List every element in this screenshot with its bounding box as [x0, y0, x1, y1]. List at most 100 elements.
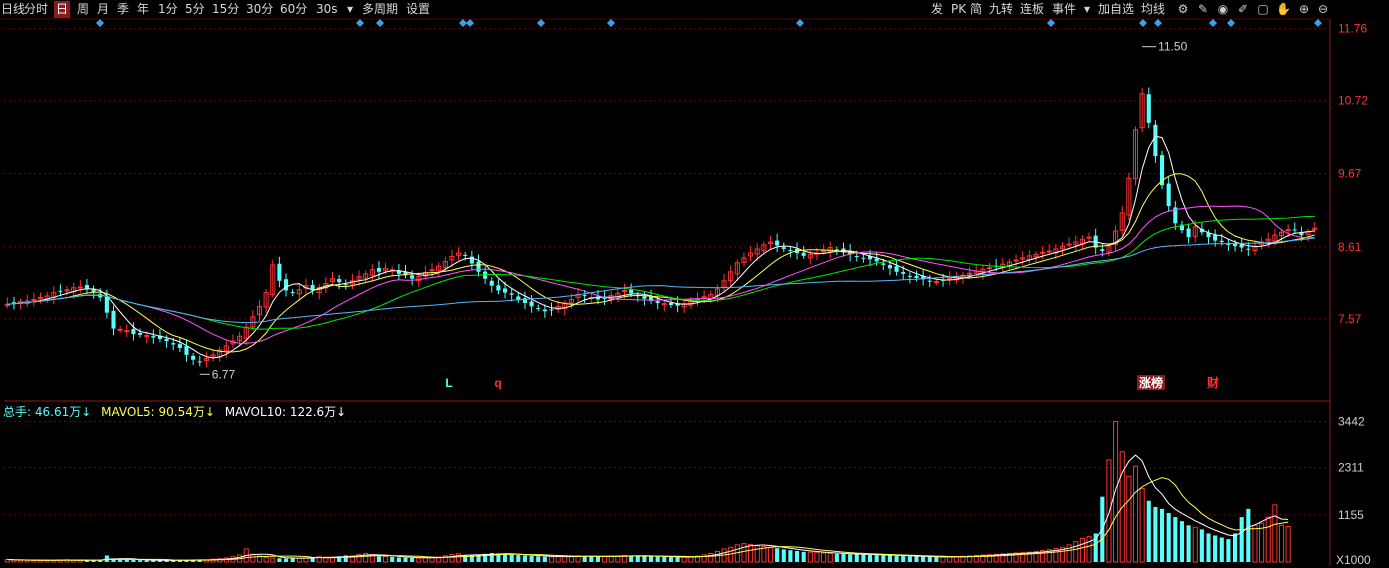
volume-bar-down — [522, 555, 528, 562]
volume-bar-down — [854, 554, 859, 562]
volume-bar-up — [681, 556, 687, 563]
candle-body-up — [1040, 251, 1046, 254]
candle-body-down — [668, 302, 674, 306]
volume-tick-label: 3442 — [1338, 414, 1365, 428]
event-marker-icon — [96, 19, 104, 27]
event-marker-icon — [376, 19, 384, 27]
candle-body-down — [111, 310, 116, 329]
candle-body-up — [821, 250, 827, 253]
volume-bar-down — [901, 556, 906, 562]
candle-body-down — [655, 301, 660, 303]
candlestick-series — [4, 87, 1318, 368]
price-tick-label: 11.76 — [1338, 22, 1367, 36]
candle-body-up — [124, 330, 130, 333]
volume-bar-up — [1132, 465, 1139, 563]
volume-bar-up — [767, 546, 774, 563]
candle-body-down — [290, 292, 295, 294]
volume-bar-up — [296, 557, 302, 563]
volume-tick-label: 1155 — [1338, 508, 1364, 522]
candle-body-down — [894, 266, 899, 272]
volume-bar-down — [1153, 506, 1158, 562]
kline-chart[interactable]: 11.7610.729.678.617.57344223111155X1000 … — [0, 0, 1389, 568]
candle-body-down — [463, 254, 468, 256]
volume-bar-up — [940, 556, 946, 563]
volume-bar-up — [741, 543, 747, 563]
volume-bar-up — [1278, 524, 1285, 563]
ma10-line — [7, 173, 1315, 353]
volume-bar-up — [754, 545, 760, 563]
high-price-label: 11.50 — [1158, 40, 1187, 54]
volume-bar-down — [502, 554, 508, 562]
candle-body-down — [496, 285, 501, 291]
ma60-line — [7, 237, 1315, 324]
candle-body-down — [197, 361, 202, 363]
candle-body-up — [986, 267, 993, 270]
event-marker-icon — [1314, 19, 1322, 27]
volume-bar-up — [1079, 537, 1085, 563]
volume-bar-up — [1252, 524, 1258, 563]
volume-bar-down — [1146, 500, 1151, 562]
candle-body-down — [927, 280, 932, 282]
volume-bar-up — [1139, 488, 1145, 563]
volume-bar-down — [788, 550, 793, 562]
volume-bar-down — [595, 556, 601, 562]
candle-body-down — [502, 288, 508, 293]
candle-body-down — [1213, 235, 1218, 241]
candle-body-down — [582, 295, 587, 297]
ma30-line — [7, 215, 1315, 330]
candle-body-down — [1100, 249, 1105, 252]
volume-bar-up — [422, 557, 428, 563]
candle-body-down — [1219, 240, 1224, 243]
candle-body-down — [131, 329, 136, 335]
chart-marker-label: 涨榜 — [1139, 375, 1163, 390]
volume-bar-up — [953, 556, 959, 563]
volume-mavol5: MAVOL5: 90.54万↓ — [101, 405, 215, 419]
volume-bar-down — [118, 559, 123, 562]
volume-header: 总手: 46.61万↓ MAVOL5: 90.54万↓ MAVOL10: 122… — [3, 403, 352, 420]
volume-bar-up — [608, 555, 614, 563]
candle-body-down — [861, 257, 866, 259]
volume-bar-down — [861, 554, 866, 562]
candle-body-down — [164, 338, 169, 342]
volume-bar-down — [775, 548, 780, 562]
volume-bar-up — [1259, 522, 1265, 563]
price-tick-label: 10.72 — [1338, 94, 1368, 108]
price-tick-label: 7.57 — [1338, 312, 1362, 326]
price-axis: 11.76 10.72 9.67 8.61 7.57 3442 2311 1155 X1000 — [1336, 22, 1371, 567]
event-marker-icon — [1227, 19, 1235, 27]
volume-bar-down — [1219, 537, 1224, 562]
volume-bar-down — [921, 556, 926, 562]
volume-bar-up — [568, 555, 574, 563]
candle-body-down — [642, 296, 647, 299]
volume-bar-up — [708, 552, 714, 563]
volume-bar-up — [18, 559, 24, 563]
candle-body-down — [376, 268, 382, 272]
chart-marker-label: L — [445, 376, 452, 390]
volume-bar-down — [834, 553, 839, 562]
volume-bar-down — [536, 556, 541, 562]
volume-bar-down — [675, 557, 680, 562]
candle-body-down — [1153, 124, 1158, 157]
volume-bar-up — [947, 556, 953, 563]
volume-bar-down — [542, 556, 547, 562]
volume-bar-up — [1106, 459, 1112, 563]
volume-bar-down — [881, 555, 886, 562]
volume-bar-down — [867, 554, 873, 562]
volume-bar-up — [456, 553, 462, 563]
volume-bar-up — [1265, 516, 1271, 563]
volume-unit-label: X1000 — [1336, 553, 1371, 567]
volume-bar-down — [655, 556, 660, 562]
volume-bar-down — [662, 556, 667, 562]
volume-bar-down — [848, 554, 853, 562]
event-marker-icon — [1139, 19, 1147, 27]
candle-body-down — [874, 258, 879, 262]
candle-body-down — [171, 343, 176, 345]
volume-bar-down — [396, 557, 401, 562]
candle-body-down — [184, 346, 189, 355]
volume-bar-up — [714, 550, 720, 563]
volume-bar-down — [642, 556, 647, 562]
volume-bars — [4, 420, 1291, 563]
candle-body-down — [1292, 229, 1297, 231]
volume-bar-down — [1232, 533, 1238, 562]
volume-bar-down — [874, 555, 879, 562]
